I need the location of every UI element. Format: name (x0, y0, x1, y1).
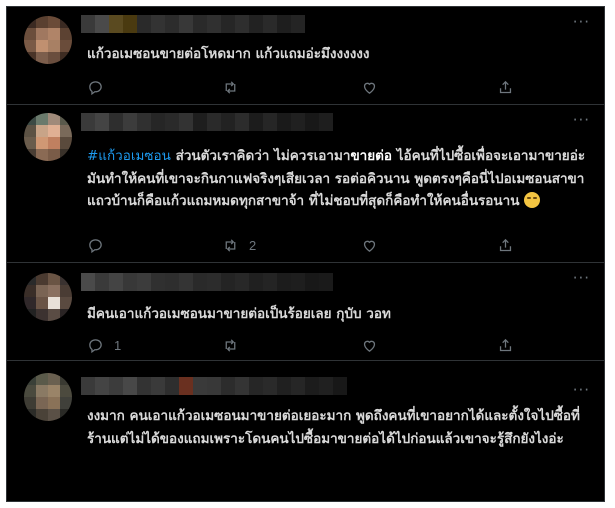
more-options-icon[interactable]: ··· (573, 13, 590, 31)
retweet-icon (225, 239, 236, 252)
avatar[interactable] (24, 16, 72, 64)
tweet-text: งงมาก คนเอาแก้วอเมซอนมาขายต่อเยอะมาก พูด… (87, 408, 580, 447)
username-blurred[interactable] (81, 15, 305, 33)
avatar[interactable] (24, 113, 72, 161)
reply-icon (89, 239, 102, 254)
reply-button[interactable] (87, 79, 114, 96)
more-options-icon[interactable]: ··· (573, 269, 590, 287)
tweet-thread: ··· แก้วอเมซอนขายต่อโหดมาก แก้วแถมอ่ะมึง… (6, 6, 605, 502)
rolling-eyes-emoji (524, 192, 541, 208)
share-icon (499, 238, 512, 252)
like-button[interactable] (361, 237, 388, 254)
share-icon (499, 80, 512, 94)
reply-button[interactable]: 1 (87, 337, 121, 354)
hashtag-link[interactable]: #แก้วอเมซอน (87, 148, 171, 164)
reply-icon (89, 81, 102, 96)
share-button[interactable] (497, 79, 514, 96)
like-button[interactable] (361, 337, 388, 354)
retweet-button[interactable] (222, 337, 249, 354)
tweet-1[interactable]: ··· แก้วอเมซอนขายต่อโหดมาก แก้วแถมอ่ะมึง… (7, 7, 604, 105)
more-options-icon[interactable]: ··· (573, 111, 590, 129)
tweet-3[interactable]: ··· มีคนเอาแก้วอเมซอนมาขายต่อเป็นร้อยเลย… (7, 263, 604, 361)
reply-count: 1 (114, 338, 122, 353)
tweet-2[interactable]: ··· #แก้วอเมซอน ส่วนตัวเราคิดว่า ไม่ควรเ… (7, 105, 604, 263)
avatar[interactable] (24, 373, 72, 421)
tweet-actions: 2 (87, 237, 557, 257)
tweet-text: มีคนเอาแก้วอเมซอนมาขายต่อเป็นร้อยเลย กุบ… (87, 306, 391, 322)
avatar[interactable] (24, 273, 72, 321)
reply-icon (89, 339, 102, 354)
like-button[interactable] (361, 79, 388, 96)
tweet-text: #แก้วอเมซอน ส่วนตัวเราคิดว่า ไม่ควรเอามา… (87, 148, 586, 209)
heart-icon (363, 240, 376, 252)
tweet-actions: 1 (87, 337, 557, 357)
retweet-button[interactable] (222, 79, 249, 96)
more-options-icon[interactable]: ··· (573, 381, 590, 399)
username-blurred[interactable] (81, 273, 333, 291)
heart-icon (363, 82, 376, 94)
share-button[interactable] (497, 237, 514, 254)
tweet-actions (87, 79, 557, 99)
retweet-button[interactable]: 2 (222, 237, 256, 254)
tweet-text: แก้วอเมซอนขายต่อโหดมาก แก้วแถมอ่ะมึงงงงง… (87, 46, 370, 62)
reply-button[interactable] (87, 237, 114, 254)
heart-icon (363, 340, 376, 352)
retweet-icon (225, 81, 236, 94)
share-button[interactable] (497, 337, 514, 354)
retweet-icon (225, 339, 236, 352)
username-blurred[interactable] (81, 377, 347, 395)
retweet-count: 2 (249, 238, 257, 253)
tweet-4[interactable]: ··· งงมาก คนเอาแก้วอเมซอนมาขายต่อเยอะมาก… (7, 361, 604, 501)
username-blurred[interactable] (81, 113, 333, 131)
share-icon (499, 338, 512, 352)
